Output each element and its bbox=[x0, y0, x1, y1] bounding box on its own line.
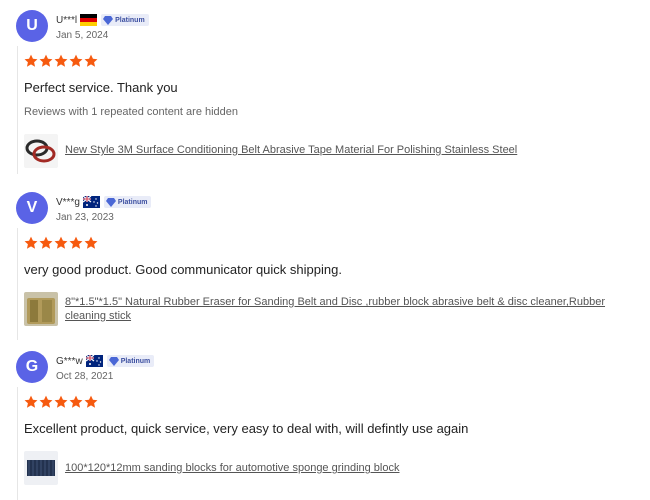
reviewer-name: V***g bbox=[56, 196, 80, 208]
star-rating bbox=[24, 395, 99, 409]
reviewer-name: G***w bbox=[56, 355, 83, 367]
avatar: G bbox=[16, 351, 48, 383]
product-title[interactable]: New Style 3M Surface Conditioning Belt A… bbox=[65, 143, 635, 157]
product-link[interactable]: 100*120*12mm sanding blocks for automoti… bbox=[24, 451, 635, 485]
germany-flag-icon bbox=[80, 14, 98, 26]
australia-flag-icon bbox=[85, 355, 103, 367]
divider bbox=[17, 387, 18, 500]
star-icon bbox=[84, 395, 98, 408]
star-icon bbox=[54, 395, 68, 408]
platinum-badge: Platinum bbox=[103, 196, 152, 208]
reviewer-info: U***l Platinum bbox=[56, 13, 149, 27]
review-date: Jan 23, 2023 bbox=[56, 212, 114, 223]
platinum-badge: Platinum bbox=[101, 14, 149, 26]
star-rating bbox=[24, 236, 99, 250]
review-date: Jan 5, 2024 bbox=[56, 30, 109, 41]
star-icon bbox=[24, 236, 38, 249]
product-thumbnail[interactable] bbox=[24, 134, 58, 168]
divider bbox=[17, 46, 18, 174]
review-text: Perfect service. Thank you bbox=[24, 80, 178, 95]
reviewer-name: U***l bbox=[56, 14, 78, 26]
australia-flag-icon bbox=[82, 196, 100, 208]
product-title[interactable]: 8"*1.5"*1.5" Natural Rubber Eraser for S… bbox=[65, 295, 635, 323]
star-icon bbox=[24, 395, 38, 408]
avatar: U bbox=[16, 10, 48, 42]
star-icon bbox=[69, 54, 83, 67]
diamond-icon bbox=[103, 15, 114, 25]
divider bbox=[17, 228, 18, 340]
badge-label: Platinum bbox=[117, 198, 148, 206]
product-title[interactable]: 100*120*12mm sanding blocks for automoti… bbox=[65, 461, 635, 475]
star-icon bbox=[39, 54, 53, 67]
star-icon bbox=[54, 236, 68, 249]
star-icon bbox=[84, 54, 98, 67]
reviewer-info: V***g Platinum bbox=[56, 195, 152, 209]
product-thumbnail[interactable] bbox=[24, 292, 58, 326]
diamond-icon bbox=[105, 197, 116, 207]
reviewer-info: G***w Platinum bbox=[56, 354, 155, 368]
product-link[interactable]: New Style 3M Surface Conditioning Belt A… bbox=[24, 134, 635, 168]
product-link[interactable]: 8"*1.5"*1.5" Natural Rubber Eraser for S… bbox=[24, 292, 635, 326]
hidden-reviews-note: Reviews with 1 repeated content are hidd… bbox=[24, 106, 239, 118]
star-icon bbox=[54, 54, 68, 67]
review-date: Oct 28, 2021 bbox=[56, 371, 114, 382]
review-text: Excellent product, quick service, very e… bbox=[24, 421, 469, 436]
star-icon bbox=[84, 236, 98, 249]
badge-label: Platinum bbox=[115, 16, 145, 24]
star-icon bbox=[24, 54, 38, 67]
star-icon bbox=[39, 236, 53, 249]
diamond-icon bbox=[108, 356, 119, 366]
review-text: very good product. Good communicator qui… bbox=[24, 262, 342, 277]
star-icon bbox=[39, 395, 53, 408]
platinum-badge: Platinum bbox=[106, 355, 155, 367]
star-icon bbox=[69, 236, 83, 249]
avatar: V bbox=[16, 192, 48, 224]
badge-label: Platinum bbox=[120, 357, 151, 365]
product-thumbnail[interactable] bbox=[24, 451, 58, 485]
star-icon bbox=[69, 395, 83, 408]
star-rating bbox=[24, 54, 99, 68]
